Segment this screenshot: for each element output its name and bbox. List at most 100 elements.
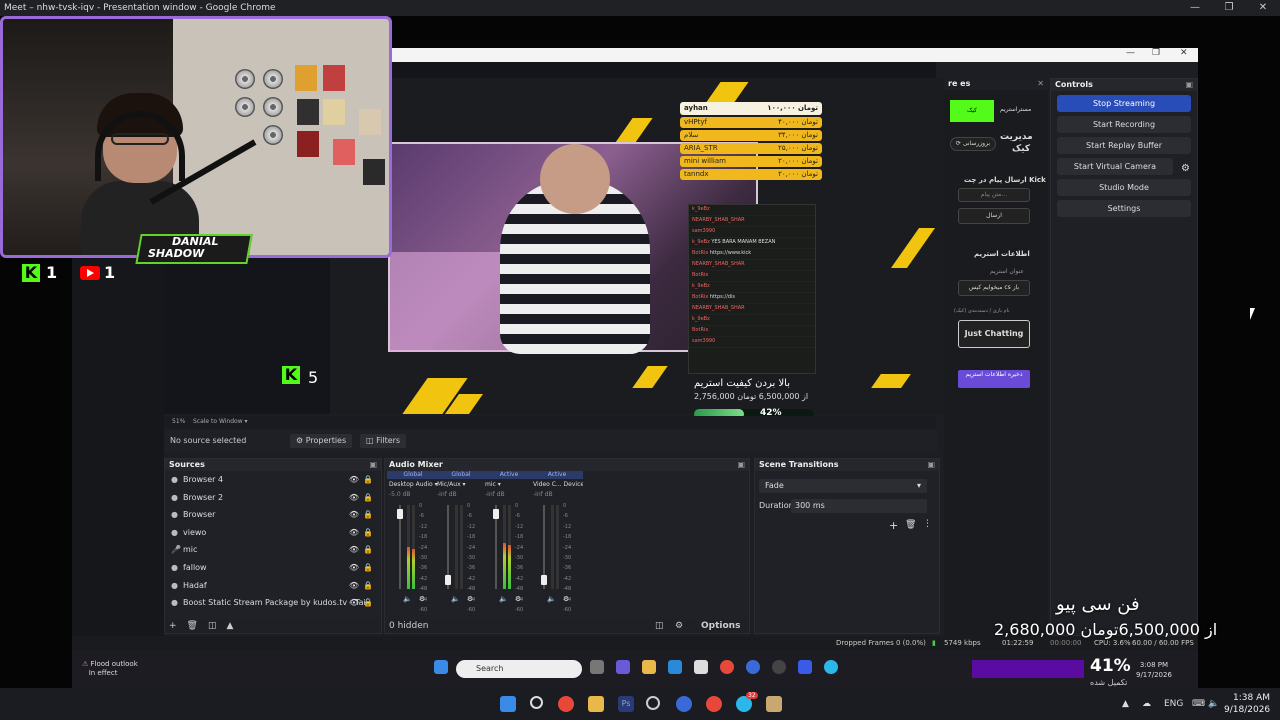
lock-icon[interactable]: 🔒 (363, 524, 373, 541)
visibility-icon[interactable]: 👁 (349, 506, 359, 523)
visibility-icon[interactable]: 👁 (349, 594, 359, 611)
chrome-icon[interactable] (558, 696, 574, 712)
visibility-icon[interactable]: 👁 (349, 541, 359, 558)
obs-restore-icon[interactable]: ❐ (1152, 48, 1160, 58)
remote-start-icon[interactable] (434, 660, 448, 674)
category-input[interactable]: Just Chatting (958, 320, 1030, 348)
lock-icon[interactable]: 🔒 (363, 559, 373, 576)
remote-search-box[interactable]: Search (456, 660, 582, 678)
channel-settings-icon[interactable]: ⚙ (563, 595, 569, 603)
browser-icon[interactable] (676, 696, 692, 712)
source-row[interactable]: ● Browser 2 👁 🔒 (165, 489, 381, 507)
dock-float-icon[interactable]: ▣ (737, 459, 745, 471)
filters-button[interactable]: ◫ Filters (360, 434, 407, 448)
source-row[interactable]: ● Browser 4 👁 🔒 (165, 471, 381, 489)
remote-chrome-icon[interactable] (720, 660, 734, 674)
channel-name[interactable]: Mic/Aux ▾ (435, 479, 487, 491)
lock-icon[interactable]: 🔒 (363, 471, 373, 488)
channel-settings-icon[interactable]: ⚙ (467, 595, 473, 603)
channel-settings-icon[interactable]: ⚙ (515, 595, 521, 603)
remote-obs-icon[interactable] (772, 660, 786, 674)
source-row[interactable]: ● Browser 👁 🔒 (165, 506, 381, 524)
lock-icon[interactable]: 🔒 (363, 506, 373, 523)
scale-mode[interactable]: Scale to Window (193, 418, 243, 425)
lock-icon[interactable]: 🔒 (363, 489, 373, 506)
properties-button[interactable]: ⚙ Properties (290, 434, 353, 448)
dock-float-icon[interactable]: ▣ (927, 459, 935, 471)
kick-dock-close-icon[interactable]: ✕ (1037, 78, 1044, 90)
source-row[interactable]: ● Hadaf 👁 🔒 (165, 577, 381, 595)
settings-button[interactable]: Settings (1057, 200, 1191, 217)
mixer-layout-icon[interactable]: ◫ (655, 619, 664, 633)
visibility-icon[interactable]: 👁 (349, 559, 359, 576)
fader-handle[interactable] (397, 509, 403, 519)
visibility-icon[interactable]: 👁 (349, 577, 359, 594)
refresh-button[interactable]: ⟳ بروزرسانی (950, 137, 996, 151)
minimize-icon[interactable]: — (1178, 0, 1212, 16)
fader-handle[interactable] (493, 509, 499, 519)
kick-chat-input[interactable]: متن پیام... (958, 188, 1030, 202)
kick-green-button[interactable]: کیک (950, 100, 994, 122)
channel-settings-icon[interactable]: ⚙ (419, 595, 425, 603)
clock[interactable]: 1:38 AM 9/18/2026 (1224, 692, 1270, 716)
obs-close-icon[interactable]: ✕ (1180, 48, 1188, 58)
search-icon[interactable] (530, 696, 543, 709)
start-icon[interactable] (500, 696, 516, 712)
stream-title-input[interactable]: میخوایم کیس cs باز (958, 280, 1030, 296)
start-virtual-camera-button[interactable]: Start Virtual Camera (1057, 158, 1173, 175)
fader-handle[interactable] (445, 575, 451, 585)
language-indicator[interactable]: ENG (1164, 688, 1183, 720)
save-stream-info-button[interactable]: ذخیره اطلاعات استریم (958, 370, 1030, 388)
group-icon[interactable]: ◫ (208, 621, 217, 631)
channel-name[interactable]: Video C... Device ▾ (531, 479, 583, 491)
obs-minimize-icon[interactable]: — (1126, 48, 1135, 58)
start-replay-buffer-button[interactable]: Start Replay Buffer (1057, 137, 1191, 154)
remove-source-icon[interactable]: 🗑 (187, 621, 198, 631)
remote-folder-icon[interactable] (642, 660, 656, 674)
weather-widget[interactable]: ⚠ Flood outlook In effect (82, 660, 138, 678)
dock-float-icon[interactable]: ▣ (369, 459, 377, 471)
remote-chart-icon[interactable] (798, 660, 812, 674)
virtual-camera-settings-icon[interactable]: ⚙ (1181, 163, 1190, 174)
wifi-icon[interactable]: ⌨ (1192, 688, 1205, 720)
volume-icon[interactable]: 🔈 (499, 595, 508, 603)
remote-discord-icon[interactable] (746, 660, 760, 674)
source-row[interactable]: ● viewo 👁 🔒 (165, 524, 381, 542)
preview-zoom-bar[interactable]: 51% Scale to Window ▾ (164, 416, 936, 428)
tray-expand-icon[interactable]: ▲ (1122, 688, 1129, 720)
visibility-icon[interactable]: 👁 (349, 471, 359, 488)
volume-icon[interactable]: 🔈 (1208, 688, 1219, 720)
dock-float-icon[interactable]: ▣ (1185, 79, 1193, 91)
folder-icon[interactable] (588, 696, 604, 712)
source-row[interactable]: ● Boost Static Stream Package by kudos.tv… (165, 594, 381, 612)
mixer-settings-icon[interactable]: ⚙ (675, 619, 683, 633)
misc-app-icon[interactable] (766, 696, 782, 712)
channel-name[interactable]: Desktop Audio ▾ (387, 479, 439, 491)
volume-icon[interactable]: 🔈 (451, 595, 460, 603)
remote-edge-icon[interactable] (668, 660, 682, 674)
remove-transition-icon[interactable]: 🗑 (905, 520, 916, 530)
close-icon[interactable]: ✕ (1246, 0, 1280, 16)
app-icon[interactable] (646, 696, 660, 710)
remote-taskview-icon[interactable] (590, 660, 604, 674)
duration-input[interactable]: 300 ms (791, 499, 927, 513)
stop-streaming-button[interactable]: Stop Streaming (1057, 95, 1191, 112)
transition-menu-icon[interactable]: ⋮ (923, 519, 932, 529)
visibility-icon[interactable]: 👁 (349, 489, 359, 506)
chrome-active-icon[interactable] (706, 696, 722, 712)
start-recording-button[interactable]: Start Recording (1057, 116, 1191, 133)
restore-icon[interactable]: ❐ (1212, 0, 1246, 16)
studio-mode-button[interactable]: Studio Mode (1057, 179, 1191, 196)
add-source-icon[interactable]: + (169, 621, 177, 631)
remote-telegram-icon[interactable] (824, 660, 838, 674)
fader-handle[interactable] (541, 575, 547, 585)
add-transition-icon[interactable]: + (889, 519, 898, 532)
lock-icon[interactable]: 🔒 (363, 577, 373, 594)
lock-icon[interactable]: 🔒 (363, 541, 373, 558)
cloud-icon[interactable]: ☁ (1142, 688, 1151, 720)
move-up-icon[interactable]: ▲ (227, 621, 234, 631)
source-row[interactable]: ● fallow 👁 🔒 (165, 559, 381, 577)
visibility-icon[interactable]: 👁 (349, 524, 359, 541)
remote-store-icon[interactable] (694, 660, 708, 674)
channel-name[interactable]: mic ▾ (483, 479, 535, 491)
